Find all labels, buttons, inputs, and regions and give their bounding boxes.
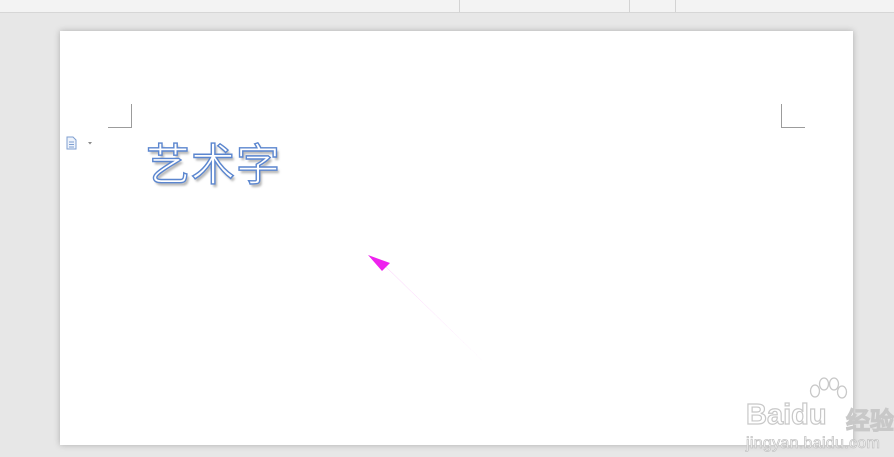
watermark: Baidu 经验 jingyan.baidu.com bbox=[744, 377, 894, 457]
margin-corner-top-right bbox=[781, 104, 805, 128]
toolbar-divider bbox=[675, 0, 676, 12]
document-page[interactable]: 艺术字 Baidu 经验 jingyan.baidu.com bbox=[60, 31, 894, 452]
toolbar-strip bbox=[0, 0, 894, 13]
document-icon bbox=[66, 136, 92, 150]
toolbar-divider bbox=[459, 0, 460, 12]
watermark-product: 经验 bbox=[846, 407, 894, 436]
arrow-annotation bbox=[368, 255, 489, 367]
toolbar-divider bbox=[629, 0, 630, 12]
watermark-brand: Baidu bbox=[745, 398, 827, 431]
paragraph-layout-button[interactable] bbox=[65, 135, 93, 150]
margin-corner-top-left bbox=[108, 104, 132, 128]
wordart-text[interactable]: 艺术字 bbox=[145, 143, 281, 188]
chevron-down-icon bbox=[88, 142, 92, 145]
watermark-url: jingyan.baidu.com bbox=[746, 435, 881, 453]
